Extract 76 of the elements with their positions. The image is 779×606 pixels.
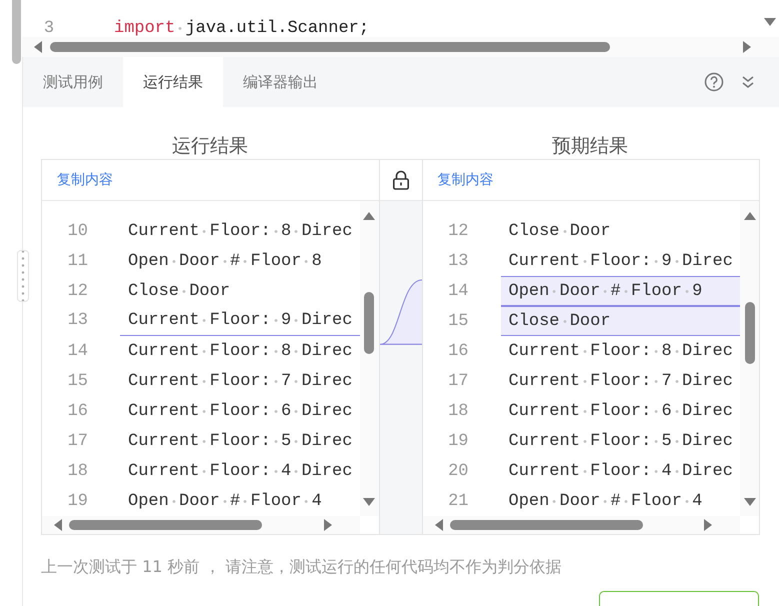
lock-icon[interactable] [392,170,410,190]
line-number: 12 [66,282,88,300]
tab[interactable]: 运行结果 [123,57,223,107]
tab[interactable]: 测试用例 [23,57,123,107]
code-line: import java.util.Scanner; [114,18,370,37]
output-line: Current Floor: 9 Direc [508,252,733,270]
scrollbar-thumb[interactable] [364,292,374,354]
horizontal-scrollbar[interactable] [42,516,360,534]
scrollbar-thumb[interactable] [12,0,21,64]
line-number: 15 [447,312,468,330]
copy-link[interactable]: 复制内容 [438,171,494,189]
line-number: 16 [447,342,468,360]
output-line: Open Door # Floor 4 [508,492,702,510]
copy-link[interactable]: 复制内容 [57,171,113,189]
test-note: 上一次测试于 11 秒前 ， 请注意，测试运行的任何代码均不作为判分依据 [41,557,563,578]
line-number: 17 [447,372,468,390]
horizontal-scrollbar[interactable] [422,516,740,534]
output-line: Current Floor: 8 Direc [128,342,352,360]
output-line: Current Floor: 8 Direc [508,342,733,360]
line-number: 10 [66,222,88,240]
scroll-down-icon[interactable] [744,496,756,508]
line-number: 18 [447,402,468,420]
horizontal-scrollbar[interactable] [22,37,779,57]
line-number: 21 [447,492,468,510]
vertical-scrollbar[interactable] [740,201,759,516]
scroll-right-icon[interactable] [322,519,334,531]
scrollbar-thumb[interactable] [744,302,754,364]
scrollbar-thumb[interactable] [50,42,610,52]
scroll-right-icon[interactable] [702,519,714,531]
scroll-down-icon[interactable] [363,496,375,508]
line-number: 18 [66,462,88,480]
output-line: Current Floor: 4 Direc [128,462,352,480]
tab[interactable]: 编译器输出 [223,57,338,107]
output-line: Current Floor: 6 Direc [128,402,352,420]
output-line: Current Floor: 6 Direc [508,402,733,420]
line-number: 13 [66,311,88,330]
pane-title: 预期结果 [551,134,629,159]
help-icon[interactable] [704,72,724,92]
line-number: 15 [66,372,88,390]
output-line: Open Door # Floor 8 [128,252,322,270]
scroll-left-icon[interactable] [32,41,44,53]
output-line: Open Door # Floor 4 [128,492,322,510]
line-number: 12 [447,222,468,240]
line-number: 16 [66,402,88,420]
pane-title: 运行结果 [171,134,249,159]
line-number: 14 [447,282,468,300]
scrollbar-thumb[interactable] [450,520,642,530]
line-number: 13 [447,252,468,270]
line-number: 20 [447,462,468,480]
scroll-left-icon[interactable] [52,519,64,531]
output-line: Current Floor: 8 Direc [128,222,352,240]
line-number: 19 [447,432,468,450]
line-number: 19 [66,492,88,510]
output-line: Current Floor: 9 Direc [128,311,352,330]
vertical-scrollbar[interactable] [360,201,378,516]
scroll-right-icon[interactable] [741,41,753,53]
scroll-down-icon[interactable] [764,16,776,28]
output-line: Current Floor: 7 Direc [508,372,733,390]
line-number: 3 [42,18,56,37]
output-line: Current Floor: 4 Direc [508,462,733,480]
output-line: Close Door [508,312,611,330]
line-number: 14 [66,342,88,360]
output-line: Open Door # Floor 9 [508,282,702,300]
scroll-up-icon[interactable] [744,210,756,222]
output-line: Close Door [508,222,611,240]
drag-handle[interactable] [17,250,29,302]
line-number: 11 [66,252,88,270]
output-line: Current Floor: 5 Direc [508,432,733,450]
scroll-left-icon[interactable] [432,519,444,531]
scroll-up-icon[interactable] [363,210,375,222]
collapse-icon[interactable] [741,75,755,89]
scrollbar-thumb[interactable] [69,520,262,530]
output-line: Current Floor: 7 Direc [128,372,352,390]
output-line: Current Floor: 5 Direc [128,432,352,450]
line-number: 17 [66,432,88,450]
output-line: Close Door [128,282,230,300]
